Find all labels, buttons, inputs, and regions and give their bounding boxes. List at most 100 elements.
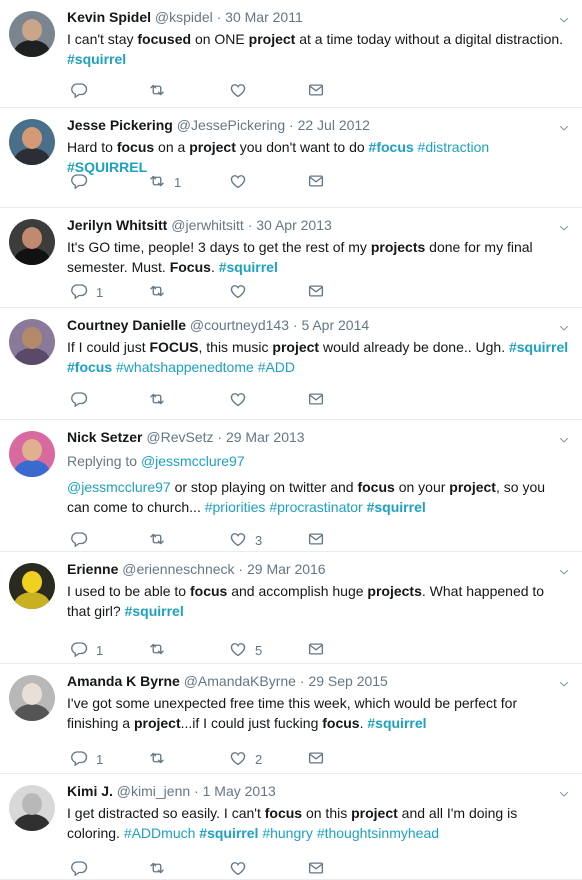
- reply-button[interactable]: [70, 391, 96, 409]
- reply-button[interactable]: 1: [70, 283, 103, 301]
- direct-message-button[interactable]: [307, 750, 325, 768]
- chevron-down-icon[interactable]: [558, 677, 570, 689]
- direct-message-button[interactable]: [307, 173, 325, 191]
- user-handle[interactable]: @kspidel: [155, 9, 213, 25]
- reply-button[interactable]: [70, 860, 96, 878]
- avatar[interactable]: [9, 431, 55, 477]
- chevron-down-icon[interactable]: [558, 13, 570, 25]
- display-name[interactable]: Erienne: [67, 561, 118, 577]
- tweet[interactable]: Kimi J. @kimi_jenn · 1 May 2013 I get di…: [0, 774, 582, 880]
- avatar[interactable]: [9, 219, 55, 265]
- like-button[interactable]: [229, 283, 255, 301]
- tweet[interactable]: Erienne @erienneschneck · 29 Mar 2016 I …: [0, 552, 582, 664]
- tweet[interactable]: Courtney Danielle @courtneyd143 · 5 Apr …: [0, 308, 582, 420]
- avatar[interactable]: [9, 119, 55, 165]
- display-name[interactable]: Jerilyn Whitsitt: [67, 217, 167, 233]
- tweet[interactable]: Amanda K Byrne @AmandaKByrne · 29 Sep 20…: [0, 664, 582, 774]
- avatar[interactable]: [9, 11, 55, 57]
- direct-message-button[interactable]: [307, 283, 325, 301]
- direct-message-button[interactable]: [307, 391, 325, 409]
- like-button[interactable]: 3: [229, 531, 262, 549]
- hashtag-link[interactable]: #whatshappenedtome: [116, 359, 254, 375]
- like-button[interactable]: 5: [229, 641, 262, 659]
- tweet-text: If I could just FOCUS, this music projec…: [67, 337, 570, 377]
- like-button[interactable]: [229, 391, 255, 409]
- hashtag-link[interactable]: #procrastinator: [269, 499, 362, 515]
- user-handle[interactable]: @RevSetz: [146, 429, 213, 445]
- avatar[interactable]: [9, 319, 55, 365]
- hashtag-link[interactable]: #ADDmuch: [124, 825, 196, 841]
- direct-message-button[interactable]: [307, 82, 325, 100]
- like-button[interactable]: [229, 173, 255, 191]
- user-handle[interactable]: @kimi_jenn: [117, 783, 190, 799]
- hashtag-link[interactable]: #squirrel: [67, 51, 126, 67]
- reply-button[interactable]: [70, 531, 96, 549]
- chevron-down-icon[interactable]: [558, 321, 570, 333]
- retweet-button[interactable]: [148, 641, 174, 659]
- hashtag-link[interactable]: #focus: [67, 359, 112, 375]
- hashtag-link[interactable]: #focus: [369, 139, 414, 155]
- reply-button[interactable]: 1: [70, 750, 103, 768]
- hashtag-link[interactable]: #ADD: [258, 359, 295, 375]
- tweet[interactable]: Jerilyn Whitsitt @jerwhitsitt · 30 Apr 2…: [0, 208, 582, 308]
- user-handle[interactable]: @AmandaKByrne: [184, 673, 296, 689]
- chevron-down-icon[interactable]: [558, 221, 570, 233]
- tweet-date[interactable]: 1 May 2013: [203, 783, 276, 799]
- user-handle[interactable]: @erienneschneck: [122, 561, 234, 577]
- user-handle[interactable]: @courtneyd143: [190, 317, 289, 333]
- hashtag-link[interactable]: #squirrel: [367, 715, 426, 731]
- chevron-down-icon[interactable]: [558, 121, 570, 133]
- tweet[interactable]: Kevin Spidel @kspidel · 30 Mar 2011 I ca…: [0, 0, 582, 108]
- retweet-button[interactable]: [148, 391, 174, 409]
- like-button[interactable]: 2: [229, 750, 262, 768]
- hashtag-link[interactable]: #squirrel: [509, 339, 568, 355]
- tweet-date[interactable]: 29 Sep 2015: [308, 673, 387, 689]
- retweet-button[interactable]: [148, 283, 174, 301]
- tweet-date[interactable]: 5 Apr 2014: [301, 317, 369, 333]
- tweet-date[interactable]: 29 Mar 2013: [226, 429, 305, 445]
- reply-button[interactable]: [70, 82, 96, 100]
- like-button[interactable]: [229, 82, 255, 100]
- direct-message-button[interactable]: [307, 860, 325, 878]
- mention-link[interactable]: @jessmcclure97: [67, 479, 171, 495]
- tweet-date[interactable]: 30 Apr 2013: [256, 217, 332, 233]
- hashtag-link[interactable]: #squirrel: [125, 603, 184, 619]
- reply-button[interactable]: 1: [70, 641, 103, 659]
- replying-to-handle[interactable]: @jessmcclure97: [141, 453, 245, 469]
- display-name[interactable]: Amanda K Byrne: [67, 673, 180, 689]
- retweet-button[interactable]: [148, 82, 174, 100]
- retweet-button[interactable]: [148, 860, 174, 878]
- display-name[interactable]: Jesse Pickering: [67, 117, 173, 133]
- hashtag-link[interactable]: #squirrel: [199, 825, 258, 841]
- avatar[interactable]: [9, 563, 55, 609]
- tweet-date[interactable]: 22 Jul 2012: [298, 117, 370, 133]
- display-name[interactable]: Kevin Spidel: [67, 9, 151, 25]
- direct-message-button[interactable]: [307, 641, 325, 659]
- hashtag-link[interactable]: #squirrel: [219, 259, 278, 275]
- retweet-button[interactable]: [148, 531, 174, 549]
- chevron-down-icon[interactable]: [558, 433, 570, 445]
- avatar[interactable]: [9, 675, 55, 721]
- hashtag-link[interactable]: #distraction: [418, 139, 490, 155]
- chevron-down-icon[interactable]: [558, 787, 570, 799]
- tweet[interactable]: Nick Setzer @RevSetz · 29 Mar 2013 Reply…: [0, 420, 582, 552]
- display-name[interactable]: Nick Setzer: [67, 429, 142, 445]
- chevron-down-icon[interactable]: [558, 565, 570, 577]
- direct-message-button[interactable]: [307, 531, 325, 549]
- like-button[interactable]: [229, 860, 255, 878]
- reply-button[interactable]: [70, 173, 96, 191]
- retweet-button[interactable]: 1: [148, 173, 181, 191]
- hashtag-link[interactable]: #hungry: [262, 825, 313, 841]
- display-name[interactable]: Courtney Danielle: [67, 317, 186, 333]
- hashtag-link[interactable]: #thoughtsinmyhead: [317, 825, 439, 841]
- hashtag-link[interactable]: #priorities: [205, 499, 266, 515]
- avatar[interactable]: [9, 785, 55, 831]
- tweet-date[interactable]: 30 Mar 2011: [225, 9, 303, 25]
- user-handle[interactable]: @JessePickering: [177, 117, 285, 133]
- user-handle[interactable]: @jerwhitsitt: [171, 217, 244, 233]
- display-name[interactable]: Kimi J.: [67, 783, 113, 799]
- retweet-button[interactable]: [148, 750, 174, 768]
- tweet-date[interactable]: 29 Mar 2016: [247, 561, 326, 577]
- tweet[interactable]: Jesse Pickering @JessePickering · 22 Jul…: [0, 108, 582, 208]
- hashtag-link[interactable]: #squirrel: [367, 499, 426, 515]
